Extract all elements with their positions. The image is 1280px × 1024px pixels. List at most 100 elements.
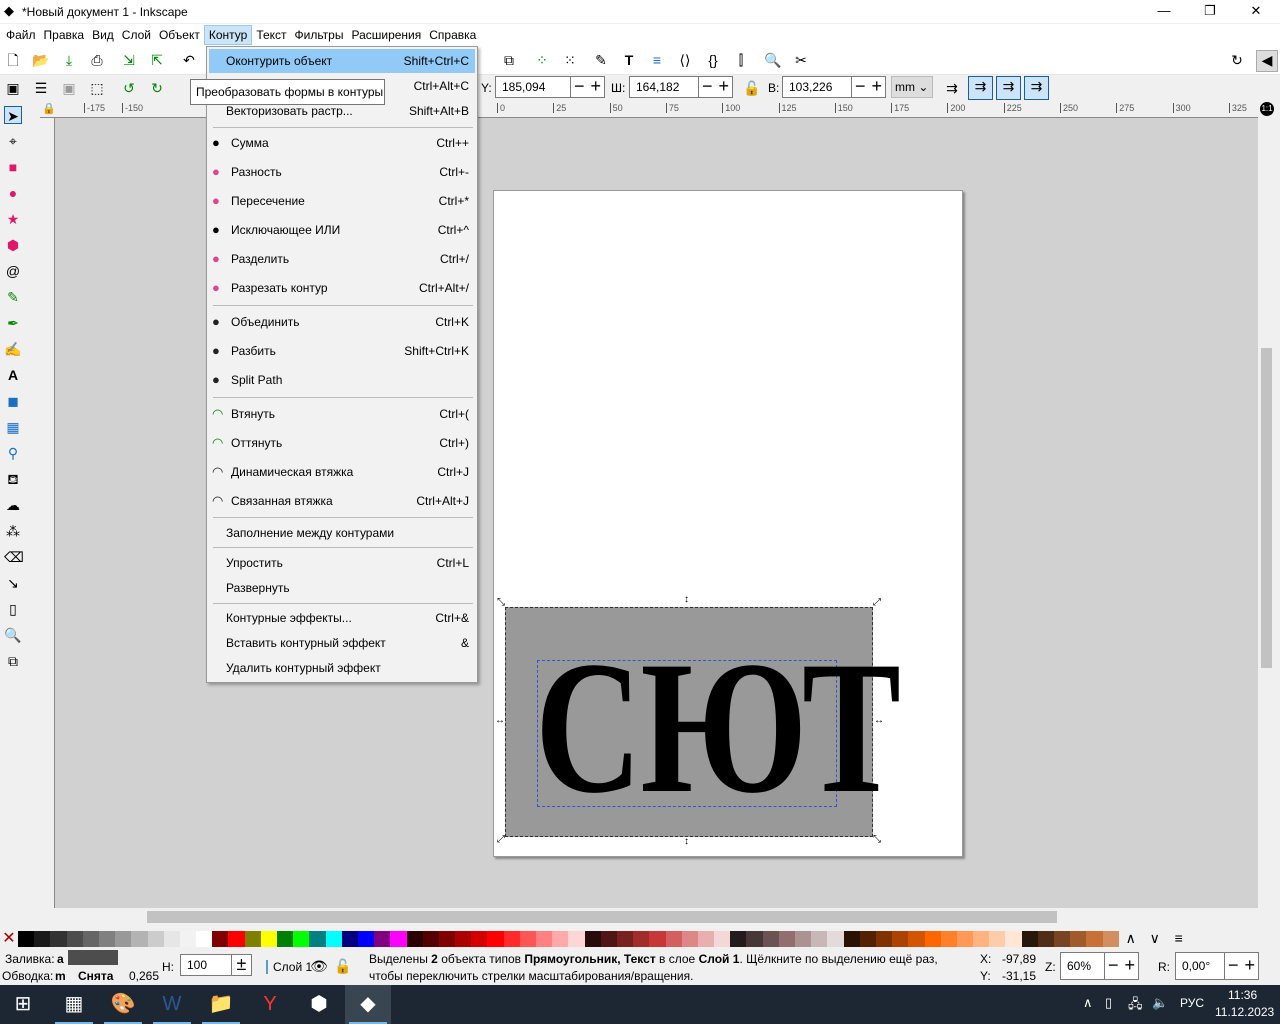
color-swatch[interactable] <box>277 931 294 947</box>
color-swatch[interactable] <box>956 931 974 947</box>
y-input[interactable]: 185,094 <box>495 76 571 98</box>
color-swatch[interactable] <box>325 931 342 947</box>
menu-item[interactable]: Заполнение между контурами <box>209 521 475 545</box>
scale-handle-nw-icon[interactable]: ⤡ <box>497 597 505 608</box>
color-swatch[interactable] <box>260 931 277 947</box>
zoom-1-1-badge[interactable]: 1:1 <box>1260 102 1274 116</box>
color-swatch[interactable] <box>341 931 358 947</box>
color-swatch[interactable] <box>795 931 812 947</box>
menu-item[interactable]: Вставить контурный эффект & <box>209 631 475 655</box>
measure-tool-icon[interactable]: ⧉ <box>4 652 22 670</box>
color-swatch[interactable] <box>633 931 650 947</box>
menu-item[interactable]: Развернуть <box>209 576 475 600</box>
color-swatch[interactable] <box>1037 931 1054 947</box>
file-explorer-icon[interactable]: 📁 <box>198 985 244 1024</box>
color-swatch[interactable] <box>212 931 229 947</box>
palette-scroll-down-icon[interactable]: ∨ <box>1143 930 1167 948</box>
color-swatch[interactable] <box>163 931 180 947</box>
menu-7[interactable]: Фильтры <box>291 26 348 44</box>
color-swatch[interactable] <box>892 931 909 947</box>
menu-item[interactable]: ◠ Втянуть Ctrl+( <box>209 402 475 426</box>
color-swatch[interactable] <box>471 931 488 947</box>
clock-time[interactable]: 11:36 <box>1228 988 1257 1002</box>
color-swatch[interactable] <box>179 931 197 947</box>
color-swatch[interactable] <box>536 931 553 947</box>
menu-item[interactable]: ● Разбить Shift+Ctrl+K <box>209 339 475 363</box>
color-swatch[interactable] <box>730 931 747 947</box>
zoom-tool-icon[interactable]: 🔍 <box>4 626 22 644</box>
calculator-app-icon[interactable]: ▦ <box>51 985 97 1024</box>
color-swatch[interactable] <box>1005 931 1022 947</box>
no-paint-swatch-icon[interactable]: ✕ <box>0 930 18 948</box>
transform-gradients-icon[interactable]: ⇉ <box>996 76 1021 100</box>
clock-date[interactable]: 11.12.2023 <box>1215 1005 1274 1019</box>
color-swatch[interactable] <box>519 931 536 947</box>
color-swatch[interactable] <box>875 931 893 947</box>
ellipse-tool-icon[interactable]: ● <box>4 184 22 202</box>
layer-selector[interactable]: Слой 1 <box>266 960 312 974</box>
rotation-stepper[interactable]: − + <box>1225 952 1259 980</box>
gradient-tool-icon[interactable]: ◼ <box>4 392 22 410</box>
horizontal-scrollbar[interactable] <box>55 908 1258 926</box>
color-swatch[interactable] <box>568 931 585 947</box>
group-icon[interactable]: ⁘ <box>533 51 551 69</box>
ruler-lock-icon[interactable]: 🔒 <box>42 102 56 115</box>
tweak-tool-icon[interactable]: ☁ <box>4 496 22 514</box>
network-icon[interactable]: 🖧 <box>1128 995 1143 1017</box>
ungroup-icon[interactable]: ⁙ <box>561 51 579 69</box>
color-swatch[interactable] <box>714 931 731 947</box>
scale-handle-s-icon[interactable]: ↕ <box>684 836 689 847</box>
menu-item[interactable]: Удалить контурный эффект <box>209 656 475 680</box>
color-swatch[interactable] <box>1086 931 1103 947</box>
text-font-icon[interactable]: T <box>620 51 638 69</box>
color-swatch[interactable] <box>827 931 844 947</box>
print-icon[interactable]: ⎙ <box>88 51 106 69</box>
menu-item[interactable]: ● Разделить Ctrl+/ <box>209 247 475 271</box>
import-icon[interactable]: ⇲ <box>120 51 138 69</box>
selector-tool-icon[interactable]: ➤ <box>4 106 22 124</box>
rotation-input[interactable]: 0,00° <box>1175 952 1225 980</box>
align-icon[interactable]: ⫿ <box>732 51 750 69</box>
unit-select[interactable]: mm ⌄ <box>891 76 933 98</box>
menu-item[interactable]: Упростить Ctrl+L <box>209 551 475 575</box>
color-swatch[interactable] <box>50 931 67 947</box>
inkscape-app-icon[interactable]: ◆ <box>345 985 391 1024</box>
pencil-tool-icon[interactable]: ✎ <box>4 288 22 306</box>
color-swatch[interactable] <box>82 931 99 947</box>
menu-item[interactable]: ● Исключающее ИЛИ Ctrl+^ <box>209 218 475 242</box>
color-swatch[interactable] <box>924 931 941 947</box>
opacity-stepper[interactable]: ± <box>232 954 252 976</box>
deselect-icon[interactable]: ▣ <box>60 79 78 97</box>
eraser-tool-icon[interactable]: ⌫ <box>4 548 24 566</box>
scale-handle-sw-icon[interactable]: ⤢ <box>497 834 505 845</box>
color-swatch[interactable] <box>1102 931 1119 947</box>
menu-9[interactable]: Справка <box>425 26 480 44</box>
menu-5[interactable]: Контур <box>203 24 253 45</box>
color-swatch[interactable] <box>390 931 407 947</box>
menu-item[interactable]: ● Разрезать контур Ctrl+Alt+/ <box>209 276 475 300</box>
fill-stroke-icon[interactable]: ✎ <box>592 51 610 69</box>
color-swatch[interactable] <box>973 931 990 947</box>
rotate-ccw-icon[interactable]: ↺ <box>120 79 138 97</box>
find-icon[interactable]: 🔍 <box>764 51 782 69</box>
vertical-scrollbar[interactable] <box>1258 118 1275 908</box>
color-swatch[interactable] <box>859 931 876 947</box>
save-icon[interactable]: ⤓ <box>60 51 78 69</box>
color-swatch[interactable] <box>487 931 504 947</box>
color-swatch[interactable] <box>1070 931 1087 947</box>
vertical-scroll-thumb[interactable] <box>1261 348 1272 668</box>
undo-icon[interactable]: ↶ <box>180 51 198 69</box>
color-swatch[interactable] <box>98 931 116 947</box>
scale-handle-w-icon[interactable]: ↔ <box>495 715 505 726</box>
menu-item[interactable]: ● Сумма Ctrl++ <box>209 131 475 155</box>
app-icon[interactable]: ⬢ <box>296 985 342 1024</box>
menu-3[interactable]: Слой <box>118 26 155 44</box>
stroke-none[interactable]: Снята <box>78 969 113 983</box>
css-selector-icon[interactable]: {} <box>704 51 722 69</box>
color-swatch[interactable] <box>357 931 375 947</box>
color-swatch[interactable] <box>908 931 925 947</box>
menu-item[interactable]: ● Объединить Ctrl+K <box>209 310 475 334</box>
language-indicator[interactable]: РУС <box>1180 996 1204 1010</box>
calligraphy-tool-icon[interactable]: ✍ <box>4 340 22 358</box>
palette-menu-icon[interactable]: ≡ <box>1167 930 1191 948</box>
